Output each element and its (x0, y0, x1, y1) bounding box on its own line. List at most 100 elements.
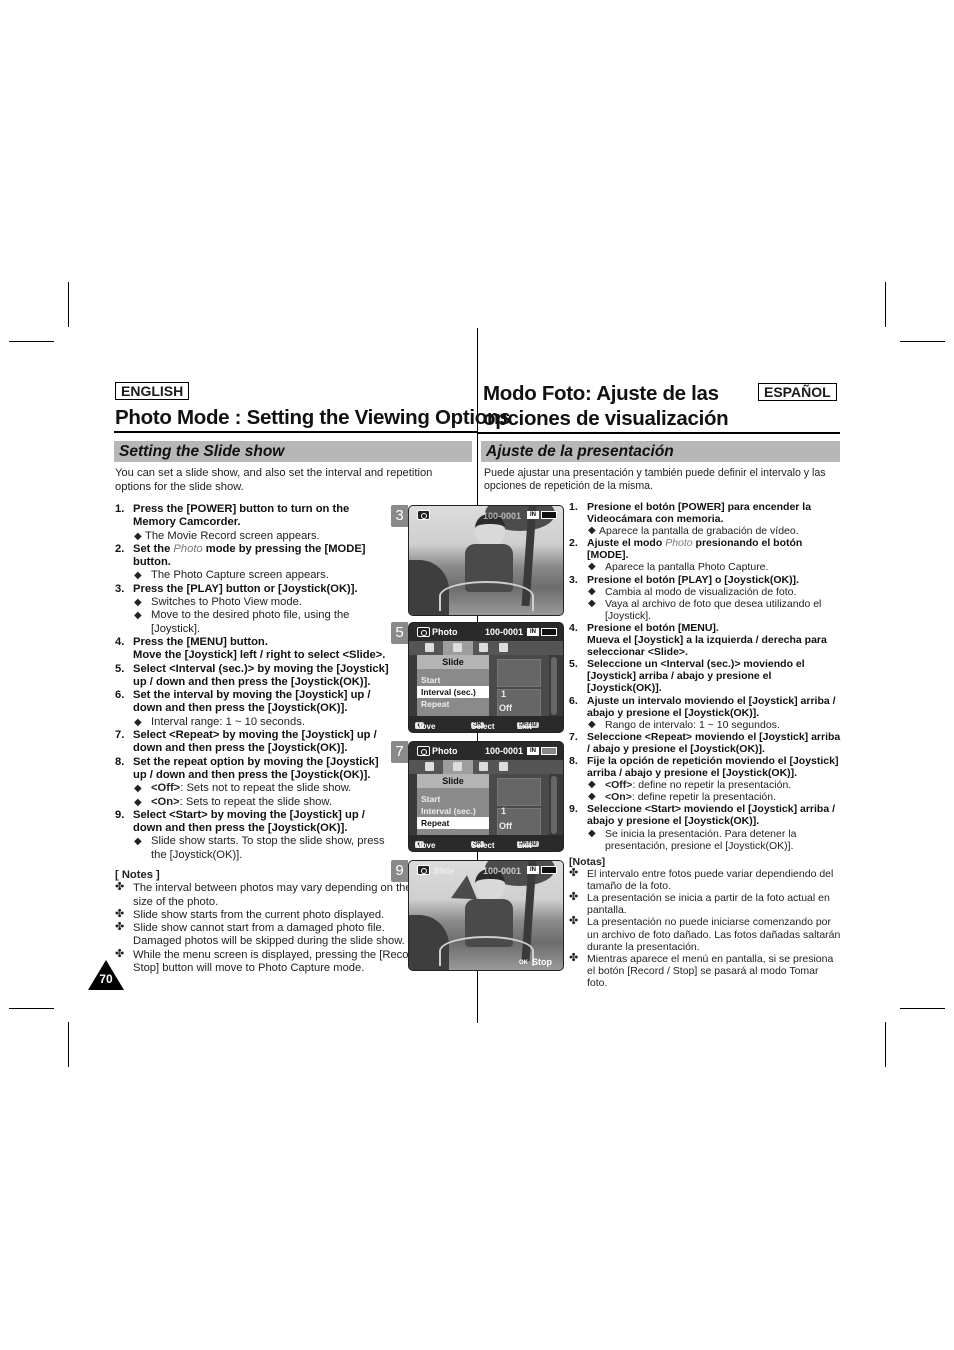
page-number: 70 (99, 972, 113, 986)
spanish-notes: [Notas] ✤ El intervalo entre fotos puede v… (569, 856, 841, 989)
lock-tab-icon[interactable] (499, 643, 508, 652)
step-detail-text: Aparece la pantalla Photo Capture. (605, 561, 769, 574)
mode-label: Photo (432, 746, 458, 756)
option-description: : Sets not to repeat the slide show. (180, 782, 352, 795)
step-detail: ◆ The Photo Capture screen appears. (115, 569, 395, 582)
menu-item-interval[interactable]: Interval (sec.) (417, 805, 489, 817)
note-text: Slide show starts from the current photo… (133, 908, 385, 921)
menu-scrollbar[interactable] (551, 657, 557, 715)
bullet-diamond-icon: ◆ (588, 779, 596, 791)
slide-tab-icon[interactable] (453, 762, 462, 771)
spanish-steps: 1. Presione el botón [POWER] para encende… (569, 501, 841, 852)
battery-icon (541, 511, 557, 519)
option-description: : Sets to repeat the slide show. (179, 795, 332, 808)
menu-item-interval[interactable]: Interval (sec.) (417, 686, 489, 698)
hint-exit: Exit (517, 841, 532, 850)
step-number: 8. (569, 754, 578, 767)
spanish-title-rule (478, 432, 840, 434)
step-text: Set the (133, 542, 174, 555)
mode-label: Photo (432, 627, 458, 637)
menu-tab-bar (409, 641, 563, 655)
bullet-diamond-icon: ◆ (134, 570, 142, 582)
english-steps: 1. Press the [POWER] button to turn on th… (115, 503, 395, 862)
step-detail: ◆ Cambia al modo de visualización de foto… (569, 586, 841, 598)
bullet-diamond-icon: ◆ (134, 836, 142, 848)
memory-icon: IN (527, 628, 539, 636)
step-detail: ◆ Interval range: 1 ~ 10 seconds. (115, 716, 395, 729)
crop-mark (900, 341, 945, 342)
bullet-cross-icon: ✤ (569, 891, 579, 904)
step-detail-text: Rango de intervalo: 1 ~ 10 segundos. (605, 718, 780, 731)
menu-scrollbar[interactable] (551, 776, 557, 834)
option-description: : define no repetir la presentación. (632, 779, 792, 792)
step-text: Press the [POWER] button to turn on the … (133, 503, 350, 529)
repeat-value: Off (499, 703, 512, 713)
step-number: 1. (569, 501, 578, 513)
step-number: 7. (569, 730, 578, 743)
note-item: ✤ Mientras aparece el menú en pantalla, s… (569, 951, 841, 989)
slide-tab-icon[interactable] (453, 643, 462, 652)
note-text: El intervalo entre fotos puede variar de… (587, 868, 834, 893)
bullet-cross-icon: ✤ (569, 951, 579, 964)
spanish-intro: Puede ajustar una presentación y también… (484, 467, 826, 492)
note-text: La presentación se inicia a partir de la… (587, 892, 830, 917)
step-number: 1. (115, 503, 125, 515)
step-number: 4. (115, 635, 125, 648)
stop-hint[interactable]: OK Stop (517, 957, 552, 967)
step-number: 5. (115, 662, 125, 675)
step-3: 3. Press the [PLAY] button or [Joystick(O… (115, 583, 395, 596)
menu-item-start[interactable]: Start (417, 674, 489, 686)
screen-9-slideshow: Slide 100-0001 IN OK Stop (408, 860, 564, 971)
bullet-diamond-icon: ◆ (588, 585, 596, 597)
step-detail-text: Move to the desired photo file, using th… (151, 609, 350, 635)
repeat-value: Off (499, 821, 512, 831)
print-tab-icon[interactable] (479, 643, 488, 652)
hint-move: Move (415, 841, 436, 850)
lock-tab-icon[interactable] (499, 762, 508, 771)
step-2: 2. Ajuste el modo Photo presionando el bo… (569, 537, 841, 561)
settings-tab-icon[interactable] (425, 643, 434, 652)
step-text: Photo (173, 542, 203, 555)
step-6: 6. Ajuste un intervalo moviendo el [Joyst… (569, 695, 841, 719)
crop-mark (68, 1022, 69, 1067)
step-text: Mueva el [Joystick] a la izquierda / der… (587, 634, 827, 659)
step-4: 4. Press the [MENU] button. Move the [Joys… (115, 636, 395, 663)
step-6: 6. Set the interval by moving the [Joysti… (115, 689, 395, 716)
menu-item-start[interactable]: Start (417, 793, 489, 805)
note-text: Slide show cannot start from a damaged p… (133, 922, 405, 948)
step-4: 4. Presione el botón [MENU]. Mueva el [Joy… (569, 622, 841, 658)
bullet-diamond-icon: ◆ (134, 597, 142, 609)
submenu-title: Slide (417, 655, 489, 669)
hint-select: Select (471, 841, 495, 850)
hint-exit: Exit (517, 722, 532, 731)
battery-icon (541, 628, 557, 636)
step-1: 1. Presione el botón [POWER] para encende… (569, 501, 841, 525)
option-description: : define repetir la presentación. (631, 791, 777, 804)
crop-mark (9, 1008, 54, 1009)
notes-heading: [ Notes ] (115, 869, 160, 881)
settings-tab-icon[interactable] (425, 762, 434, 771)
slide-submenu: Slide Start Interval (sec.) Repeat (417, 774, 489, 837)
bullet-cross-icon: ✤ (569, 915, 579, 928)
note-text: The interval between photos may vary dep… (133, 882, 412, 908)
step-detail-text: Interval range: 1 ~ 10 seconds. (151, 715, 305, 728)
step-number: 4. (569, 621, 578, 634)
file-number: 100-0001 (485, 746, 524, 756)
step-detail: ◆ Slide show starts. To stop the slide sh… (115, 835, 395, 862)
interval-value: 1 (501, 689, 507, 699)
crop-mark (9, 341, 54, 342)
menu-item-repeat[interactable]: Repeat (417, 817, 489, 829)
camera-icon (417, 510, 430, 520)
submenu-title: Slide (417, 774, 489, 788)
step-detail: ◆ <Off>: Sets not to repeat the slide sho… (115, 782, 395, 795)
spanish-label: ESPAÑOL (758, 383, 837, 401)
step-number: 3. (569, 573, 578, 586)
step-text: Seleccione un <Interval (sec.)> moviendo… (587, 658, 805, 695)
menu-item-repeat[interactable]: Repeat (417, 698, 489, 710)
print-tab-icon[interactable] (479, 762, 488, 771)
bullet-diamond-icon: ◆ (134, 783, 142, 795)
screen-9-label: 9 (391, 860, 408, 882)
step-8: 8. Set the repeat option by moving the [J… (115, 756, 395, 783)
hint-select: Select (471, 722, 495, 731)
step-2: 2. Set the Photo mode by pressing the [MO… (115, 543, 395, 570)
